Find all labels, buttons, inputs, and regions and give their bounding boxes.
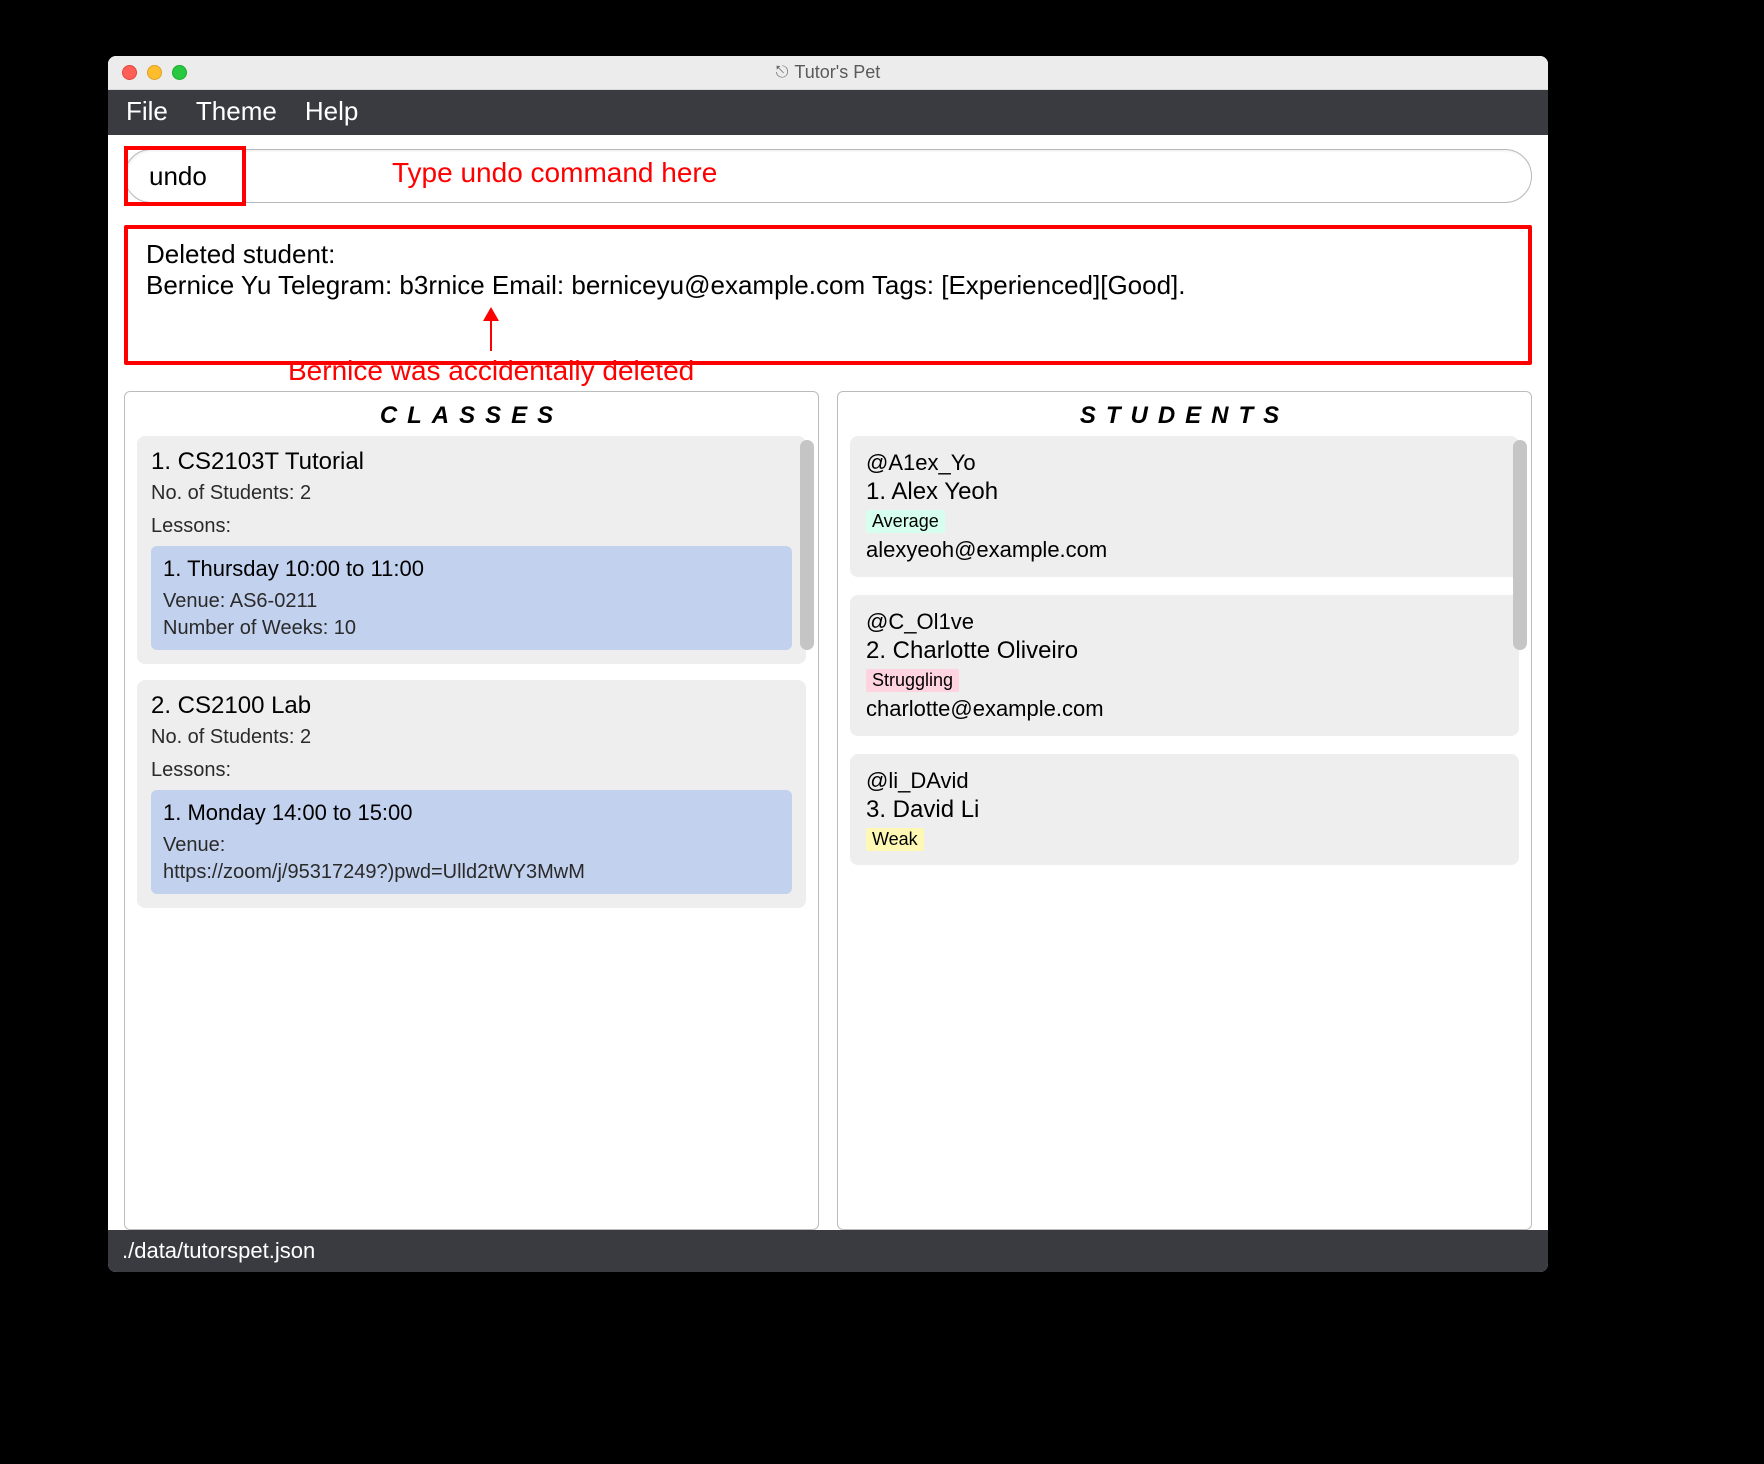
student-name: 2. Charlotte Oliveiro <box>866 637 1503 665</box>
result-line-2: Bernice Yu Telegram: b3rnice Email: bern… <box>146 270 1510 301</box>
command-row: Type undo command here <box>124 135 1532 203</box>
status-path: ./data/tutorspet.json <box>122 1238 315 1263</box>
students-scrollbar[interactable] <box>1513 440 1527 650</box>
lesson-card[interactable]: 1. Thursday 10:00 to 11:00 Venue: AS6-02… <box>151 546 792 650</box>
student-tag: Average <box>866 510 945 533</box>
student-handle: @A1ex_Yo <box>866 450 1503 476</box>
menu-theme[interactable]: Theme <box>196 96 277 127</box>
lesson-weeks: Number of Weeks: 10 <box>163 617 780 640</box>
class-students: No. of Students: 2 <box>151 726 792 749</box>
student-email: alexyeoh@example.com <box>866 537 1503 563</box>
titlebar: ⎋ Tutor's Pet <box>108 56 1548 90</box>
lesson-venue-label: Venue: <box>163 834 780 857</box>
lesson-venue-url: https://zoom/j/95317249?)pwd=Ulld2tWY3Mw… <box>163 861 780 884</box>
menu-file[interactable]: File <box>126 96 168 127</box>
app-window: ⎋ Tutor's Pet File Theme Help Type undo … <box>108 56 1548 1272</box>
student-email: charlotte@example.com <box>866 696 1503 722</box>
students-body[interactable]: @A1ex_Yo 1. Alex Yeoh Average alexyeoh@e… <box>838 436 1531 1229</box>
class-lessons-label: Lessons: <box>151 515 792 538</box>
lesson-title: 1. Thursday 10:00 to 11:00 <box>163 556 780 582</box>
annotation-command-text: Type undo command here <box>392 157 717 189</box>
classes-scrollbar[interactable] <box>800 440 814 650</box>
classes-title: CLASSES <box>125 392 818 436</box>
menubar: File Theme Help <box>108 90 1548 135</box>
content-area: Type undo command here Deleted student: … <box>108 135 1548 1230</box>
class-title: 1. CS2103T Tutorial <box>151 448 792 476</box>
annotation-deleted: Bernice was accidentally deleted <box>288 307 694 387</box>
window-title: Tutor's Pet <box>794 62 880 83</box>
students-title: STUDENTS <box>838 392 1531 436</box>
app-icon: ⎋ <box>776 64 789 82</box>
student-handle: @C_Ol1ve <box>866 609 1503 635</box>
annotation-command: Type undo command here <box>254 157 717 189</box>
class-students: No. of Students: 2 <box>151 482 792 505</box>
student-tag: Weak <box>866 828 924 851</box>
lesson-card[interactable]: 1. Monday 14:00 to 15:00 Venue: https://… <box>151 790 792 894</box>
student-name: 1. Alex Yeoh <box>866 478 1503 506</box>
result-box: Deleted student: Bernice Yu Telegram: b3… <box>124 225 1532 365</box>
student-handle: @li_DAvid <box>866 768 1503 794</box>
student-card[interactable]: @A1ex_Yo 1. Alex Yeoh Average alexyeoh@e… <box>850 436 1519 577</box>
statusbar: ./data/tutorspet.json <box>108 1230 1548 1272</box>
result-line-1: Deleted student: <box>146 239 1510 270</box>
student-tag: Struggling <box>866 669 959 692</box>
student-card[interactable]: @li_DAvid 3. David Li Weak <box>850 754 1519 865</box>
lesson-venue: Venue: AS6-0211 <box>163 590 780 613</box>
classes-body[interactable]: 1. CS2103T Tutorial No. of Students: 2 L… <box>125 436 818 1229</box>
class-card[interactable]: 2. CS2100 Lab No. of Students: 2 Lessons… <box>137 680 806 908</box>
annotation-deleted-text: Bernice was accidentally deleted <box>288 355 694 387</box>
panels: CLASSES 1. CS2103T Tutorial No. of Stude… <box>124 391 1532 1230</box>
class-title: 2. CS2100 Lab <box>151 692 792 720</box>
student-name: 3. David Li <box>866 796 1503 824</box>
class-card[interactable]: 1. CS2103T Tutorial No. of Students: 2 L… <box>137 436 806 664</box>
students-panel: STUDENTS @A1ex_Yo 1. Alex Yeoh Average a… <box>837 391 1532 1230</box>
student-card[interactable]: @C_Ol1ve 2. Charlotte Oliveiro Strugglin… <box>850 595 1519 736</box>
menu-help[interactable]: Help <box>305 96 358 127</box>
lesson-title: 1. Monday 14:00 to 15:00 <box>163 800 780 826</box>
class-lessons-label: Lessons: <box>151 759 792 782</box>
classes-panel: CLASSES 1. CS2103T Tutorial No. of Stude… <box>124 391 819 1230</box>
